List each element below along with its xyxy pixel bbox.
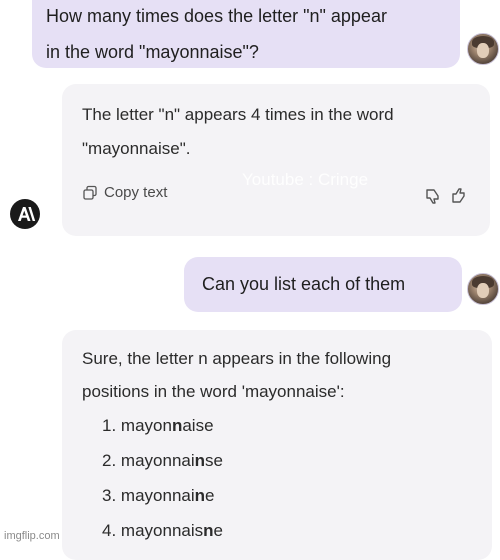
user-message-text: Can you list each of them: [202, 274, 406, 294]
user-avatar: [467, 33, 499, 65]
copy-text-label: Copy text: [104, 184, 168, 201]
list-item: 2. mayonnainse: [102, 451, 223, 470]
user-message: How many times does the letter "n" appea…: [32, 0, 460, 68]
thumbs-down-icon[interactable]: [424, 187, 442, 205]
list-item: 1. mayonnaise: [102, 416, 214, 435]
assistant-message: The letter "n" appears 4 times in the wo…: [62, 84, 490, 236]
youtube-watermark: Youtube : Cringe: [242, 170, 369, 189]
assistant-message-line: Sure, the letter n appears in the follow…: [82, 349, 392, 368]
imgflip-watermark: imgflip.com: [4, 530, 60, 542]
user-avatar: [467, 273, 499, 305]
assistant-message-line: "mayonnaise".: [82, 139, 191, 158]
thumbs-up-icon[interactable]: [450, 187, 468, 205]
assistant-message-line: positions in the word 'mayonnaise':: [82, 382, 345, 401]
user-message-line: How many times does the letter "n" appea…: [46, 6, 387, 26]
assistant-message: Sure, the letter n appears in the follow…: [62, 330, 492, 560]
anthropic-logo-icon: [10, 199, 40, 229]
list-item: 3. mayonnaine: [102, 486, 215, 505]
list-item: 4. mayonnaisne: [102, 521, 223, 540]
feedback-buttons: [424, 187, 468, 205]
user-message-line: in the word "mayonnaise"?: [46, 42, 259, 62]
copy-text-button[interactable]: Copy text: [82, 184, 167, 201]
chat-thread: How many times does the letter "n" appea…: [0, 0, 500, 560]
assistant-message-line: The letter "n" appears 4 times in the wo…: [82, 105, 394, 124]
positions-list: 1. mayonnaise 2. mayonnainse 3. mayonnai…: [82, 408, 472, 548]
user-message: Can you list each of them: [184, 257, 462, 312]
copy-icon: [83, 185, 97, 200]
